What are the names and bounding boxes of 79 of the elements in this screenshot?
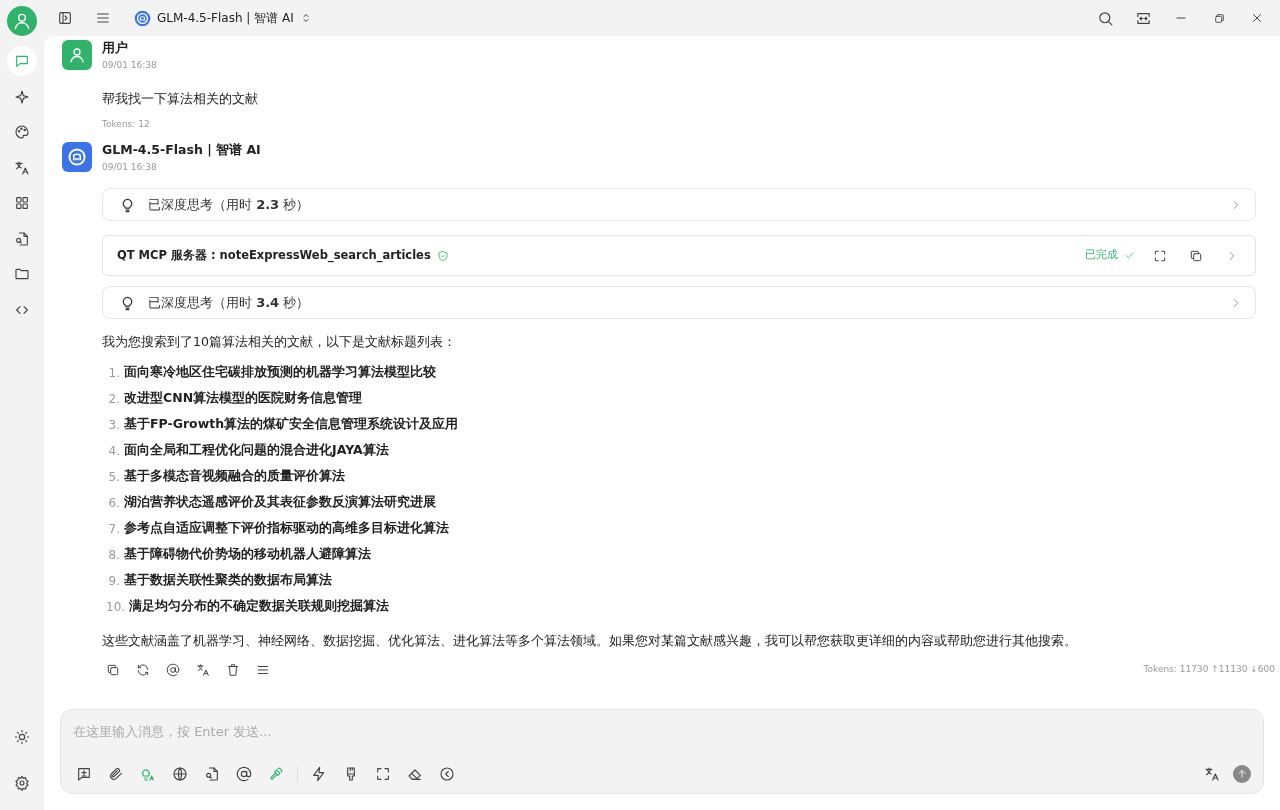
close-icon (1250, 11, 1264, 25)
check-icon (1124, 250, 1135, 261)
list-number: 2. (107, 390, 120, 408)
message-time: 09/01 16:38 (102, 160, 158, 174)
message-paragraph: 我为您搜索到了10篇算法相关的文献，以下是文献标题列表： (102, 333, 457, 351)
token-count: Tokens: 11730 ↑11130 ↓600 (1143, 662, 1275, 676)
user-avatar[interactable] (7, 6, 37, 36)
globe-icon (172, 766, 188, 782)
list-number: 5. (107, 468, 120, 486)
message-composer[interactable]: 在这里输入消息，按 Enter 发送... (60, 709, 1264, 794)
tool-call-label: QT MCP 服务器 : noteExpressWeb_search_articles (117, 246, 431, 265)
document-search-icon (14, 230, 30, 247)
thinking-panel[interactable]: 已深度思考（用时 3.4 秒） (102, 286, 1256, 319)
article-title: 改进型CNN算法模型的医院财务信息管理 (124, 389, 363, 408)
article-title: 基于数据关联性聚类的数据布局算法 (124, 571, 332, 590)
article-title: 基于FP-Growth算法的煤矿安全信息管理系统设计及应用 (124, 415, 459, 434)
translate-icon (1204, 766, 1220, 782)
sparkle-icon (14, 88, 30, 105)
model-selector[interactable]: GLM-4.5-Flash | 智谱 AI (130, 7, 316, 29)
article-title: 基于多模态音视频融合的质量评价算法 (124, 467, 345, 486)
article-title: 湖泊营养状态遥感评价及其表征参数反演算法研究进展 (124, 493, 436, 512)
article-title: 面向全局和工程优化问题的混合进化JAYA算法 (124, 441, 389, 460)
article-title: 基于障碍物代价势场的移动机器人避障算法 (124, 545, 371, 564)
message-text: 帮我找一下算法相关的文献 (102, 89, 259, 108)
restore-icon (1212, 11, 1226, 25)
list-number: 3. (107, 416, 120, 434)
model-logo-icon (134, 9, 151, 27)
author-name: GLM-4.5-Flash | 智谱 AI (102, 141, 261, 158)
fullscreen-icon (1153, 248, 1167, 263)
list-number: 4. (107, 442, 120, 460)
article-title: 面向寒冷地区住宅碳排放预测的机器学习算法模型比较 (124, 363, 436, 382)
person-icon (12, 11, 32, 31)
chat-icon (14, 53, 30, 69)
palette-icon (14, 124, 30, 140)
sun-icon (14, 729, 30, 745)
copy-icon (106, 662, 120, 677)
arrow-up-icon (1236, 768, 1248, 780)
trash-icon (226, 662, 240, 677)
list-number: 7. (107, 520, 120, 538)
lightbulb-icon (140, 766, 156, 782)
add-note-icon (76, 766, 92, 782)
article-title: 满足均匀分布的不确定数据关联规则挖掘算法 (129, 597, 390, 616)
message-time: 09/01 16:38 (102, 59, 157, 72)
message-paragraph: 这些文献涵盖了机器学习、神经网络、数据挖掘、优化算法、进化算法等多个算法领域。如果您对某篇文献感兴趣，我可以帮您获取更详细的内容或帮助您进行其他搜索。 (102, 631, 1078, 650)
thinking-label: 已深度思考（用时 2.3 秒） (148, 195, 310, 214)
tool-call-panel[interactable]: QT MCP 服务器 : noteExpressWeb_search_articles 已完成 (102, 235, 1256, 276)
article-title: 参考点自适应调整下评价指标驱动的高维多目标进化算法 (124, 519, 449, 538)
list-number: 1. (107, 364, 120, 382)
translate-icon (14, 159, 30, 176)
document-search-icon (204, 766, 220, 782)
translate-icon (196, 662, 210, 677)
left-circle-icon (439, 766, 455, 782)
message-input[interactable]: 在这里输入消息，按 Enter 发送... (73, 720, 1251, 744)
list-number: 8. (107, 546, 120, 564)
thinking-panel[interactable]: 已深度思考（用时 2.3 秒） (102, 188, 1256, 221)
shield-check-icon (436, 249, 449, 262)
at-icon (236, 766, 252, 782)
fullscreen-icon (375, 766, 391, 782)
list-number: 6. (107, 494, 120, 512)
chat-button[interactable] (7, 46, 37, 76)
list-number: 9. (107, 572, 120, 590)
menu-icon (95, 10, 111, 26)
at-icon (166, 662, 180, 677)
apps-icon (14, 195, 30, 211)
search-icon (1096, 9, 1114, 27)
send-button[interactable] (1233, 765, 1251, 783)
person-icon (68, 46, 86, 64)
folder-icon (14, 266, 30, 282)
lightning-icon (311, 766, 327, 782)
token-count: Tokens: 12 (102, 118, 151, 131)
paperclip-icon (108, 766, 124, 782)
thinking-label: 已深度思考（用时 3.4 秒） (148, 293, 310, 312)
status-label: 已完成 (1085, 247, 1118, 264)
refresh-icon (136, 662, 150, 677)
copy-icon (1189, 248, 1203, 263)
list-number: 10. (106, 598, 126, 616)
sidebar-panel-icon (57, 10, 73, 26)
author-name: 用户 (102, 40, 129, 56)
settings-icon (14, 775, 30, 791)
